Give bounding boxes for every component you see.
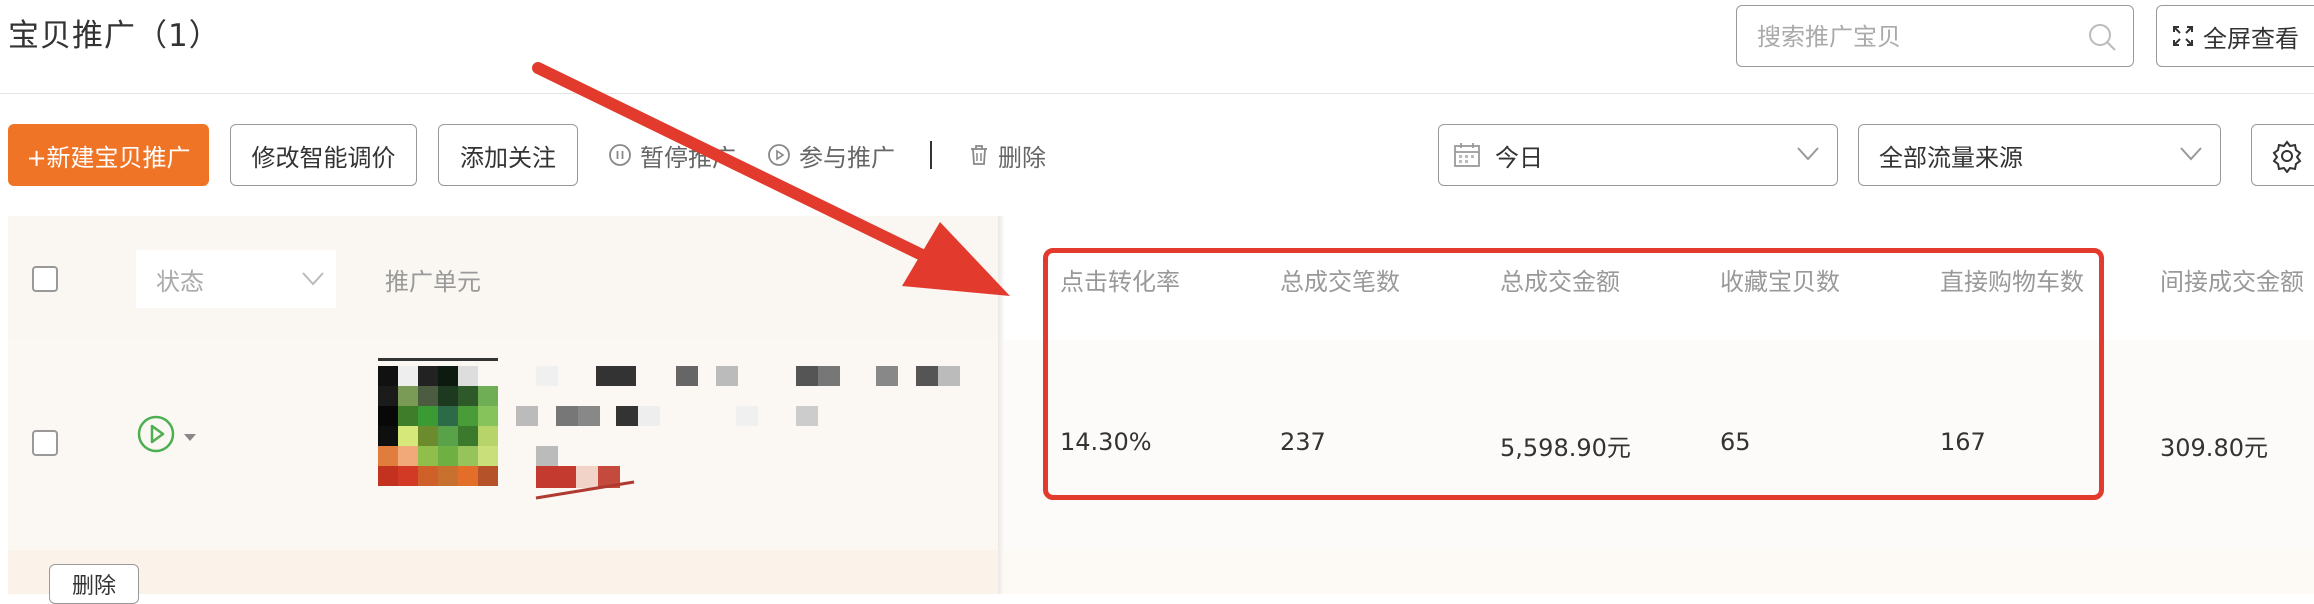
chevron-down-icon: [2180, 147, 2202, 161]
date-select-value: 今日: [1495, 143, 1543, 172]
status-caret-icon[interactable]: [184, 434, 196, 441]
join-label: 参与推广: [799, 143, 895, 172]
search-icon[interactable]: [2087, 22, 2117, 52]
join-promotion-button[interactable]: 参与推广: [767, 124, 895, 186]
traffic-source-value: 全部流量来源: [1879, 143, 2023, 172]
delete-button[interactable]: 删除: [968, 124, 1046, 186]
column-header-indirect-amount[interactable]: 间接成交金额: [2160, 262, 2304, 297]
edit-smart-bid-button[interactable]: 修改智能调价: [230, 124, 417, 186]
column-header-unit: 推广单元: [385, 268, 481, 296]
status-filter-select[interactable]: 状态: [136, 250, 336, 308]
date-select[interactable]: 今日: [1438, 124, 1838, 186]
gear-icon: [2272, 140, 2302, 173]
page-title: 宝贝推广（1）: [8, 18, 221, 54]
highlight-box: [1043, 248, 2104, 500]
delete-label: 删除: [998, 143, 1046, 172]
add-follow-button[interactable]: 添加关注: [438, 124, 578, 186]
status-filter-placeholder: 状态: [156, 267, 204, 296]
fullscreen-button[interactable]: 全屏查看: [2156, 5, 2314, 67]
fixed-column-shadow: [998, 216, 1004, 594]
status-play-icon[interactable]: [136, 414, 176, 454]
pause-icon: [609, 144, 631, 166]
product-thumbnail[interactable]: [378, 358, 498, 486]
calendar-icon: [1454, 143, 1480, 167]
new-promotion-button[interactable]: +新建宝贝推广: [8, 124, 209, 186]
unit-name-redacted: [516, 366, 960, 500]
row-checkbox[interactable]: [32, 430, 58, 456]
fullscreen-label: 全屏查看: [2203, 24, 2299, 53]
chevron-down-icon: [302, 272, 324, 286]
fullscreen-icon: [2173, 26, 2193, 46]
search-input[interactable]: [1755, 18, 2079, 56]
pause-button[interactable]: 暂停推广: [608, 124, 736, 186]
footer-delete-button[interactable]: 删除: [49, 564, 139, 604]
select-all-checkbox[interactable]: [32, 266, 58, 292]
trash-icon: [971, 145, 987, 165]
table-footer-right: [1004, 550, 2314, 594]
play-icon: [768, 144, 790, 166]
pause-label: 暂停推广: [640, 143, 736, 172]
search-box[interactable]: [1736, 5, 2134, 67]
chevron-down-icon: [1797, 147, 1819, 161]
toolbar-separator: [930, 141, 932, 169]
table-footer-left: [8, 550, 998, 594]
cell-indirect-amount: 309.80元: [2160, 434, 2268, 462]
header-divider: [0, 93, 2314, 94]
traffic-source-select[interactable]: 全部流量来源: [1858, 124, 2221, 186]
settings-button[interactable]: [2251, 124, 2314, 186]
